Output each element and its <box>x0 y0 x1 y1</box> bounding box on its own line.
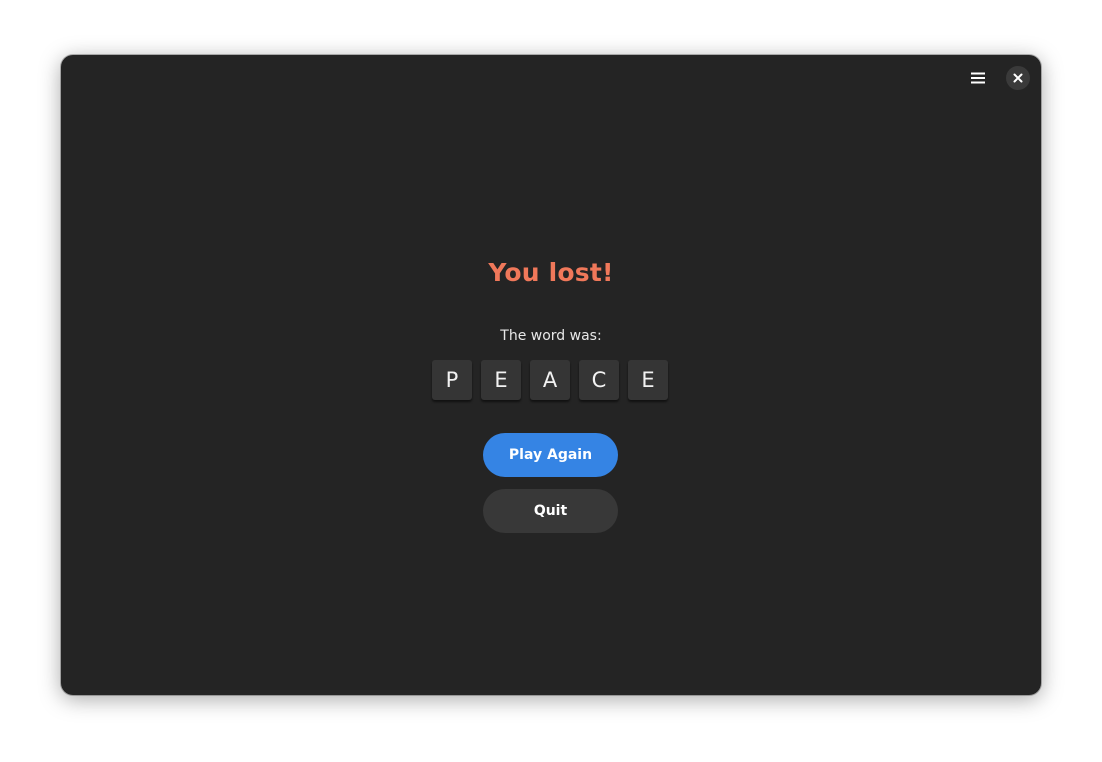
letter-tile: E <box>628 360 668 400</box>
close-window-button[interactable] <box>1006 66 1030 90</box>
letter-tile: P <box>432 360 472 400</box>
hamburger-menu-icon <box>971 72 985 84</box>
letter-tile: E <box>481 360 521 400</box>
answer-word-tiles: P E A C E <box>432 360 668 400</box>
word-reveal-label: The word was: <box>500 328 602 344</box>
app-window: You lost! The word was: P E A C E Play A… <box>61 55 1041 695</box>
close-icon <box>1013 73 1023 83</box>
main-menu-button[interactable] <box>962 65 994 91</box>
result-title: You lost! <box>488 258 614 287</box>
letter-tile: A <box>530 360 570 400</box>
letter-tile: C <box>579 360 619 400</box>
play-again-button[interactable]: Play Again <box>483 433 618 477</box>
quit-button[interactable]: Quit <box>483 489 618 533</box>
